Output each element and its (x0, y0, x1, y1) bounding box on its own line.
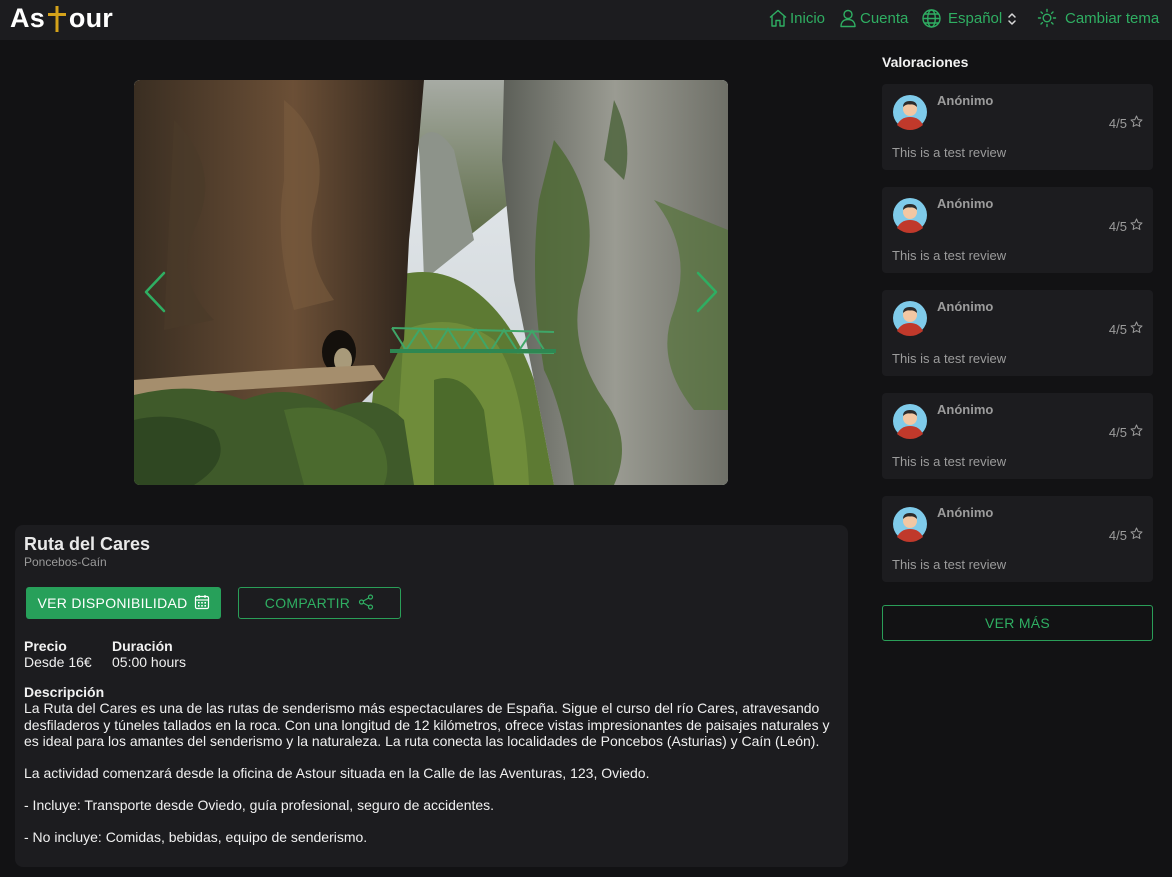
price-value: Desde 16€ (24, 654, 92, 670)
language-selector[interactable]: Español (921, 8, 1017, 29)
price-label: Precio (24, 638, 67, 654)
review-rating-value: 4/5 (1108, 115, 1127, 131)
logo-text-start: As (10, 3, 45, 33)
gorge-photo (134, 80, 728, 485)
chevron-right-icon[interactable] (694, 270, 720, 319)
nav-account-link[interactable]: Cuenta (838, 8, 908, 28)
duration-value: 05:00 hours (112, 654, 186, 670)
sun-icon (1037, 8, 1057, 28)
review-author: Anónimo (937, 402, 994, 417)
avatar (892, 94, 928, 130)
review-card: Anónimo 4/5 This is a test review (882, 84, 1153, 170)
tour-image-carousel[interactable] (134, 80, 728, 485)
description-paragraph: - Incluye: Transporte desde Oviedo, guía… (24, 797, 495, 813)
nav-account-label: Cuenta (860, 9, 909, 27)
cross-logo-icon (46, 4, 68, 34)
tour-title: Ruta del Cares (24, 534, 151, 554)
review-rating: 4/5 (1109, 218, 1143, 234)
globe-icon (921, 8, 942, 29)
tour-subtitle: Poncebos-Caín (24, 555, 107, 569)
calendar-icon (194, 594, 210, 613)
duration-label: Duración (112, 638, 173, 654)
share-button[interactable]: COMPARTIR (238, 587, 401, 619)
share-label: COMPARTIR (264, 595, 351, 611)
review-author: Anónimo (937, 196, 994, 211)
review-rating-value: 4/5 (1108, 218, 1127, 234)
star-icon (1127, 527, 1143, 543)
top-navigation-bar: As our Inicio Cuenta Español Cambiar tem… (0, 0, 1172, 40)
review-text: This is a test review (892, 557, 1007, 572)
description-paragraph: - No incluye: Comidas, bebidas, equipo d… (24, 829, 368, 845)
review-author: Anónimo (937, 93, 994, 108)
review-rating: 4/5 (1109, 321, 1143, 337)
review-rating: 4/5 (1109, 424, 1143, 440)
chevron-left-icon[interactable] (142, 270, 168, 319)
see-more-reviews-button[interactable]: VER MÁS (882, 605, 1153, 641)
review-rating: 4/5 (1109, 115, 1143, 131)
star-icon (1127, 321, 1143, 337)
review-author: Anónimo (937, 505, 994, 520)
tour-detail-card: Ruta del Cares Poncebos-Caín VER DISPONI… (15, 525, 848, 867)
review-rating-value: 4/5 (1108, 527, 1127, 543)
theme-toggle[interactable]: Cambiar tema (1037, 8, 1159, 28)
share-icon (358, 593, 374, 613)
review-card: Anónimo 4/5 This is a test review (882, 496, 1153, 582)
review-rating-value: 4/5 (1108, 424, 1127, 440)
avatar (892, 197, 928, 233)
user-icon (838, 8, 858, 28)
review-card: Anónimo 4/5 This is a test review (882, 187, 1153, 273)
star-icon (1127, 218, 1143, 234)
star-icon (1127, 424, 1143, 440)
theme-toggle-label: Cambiar tema (1065, 9, 1160, 27)
review-author: Anónimo (937, 299, 994, 314)
astour-logo[interactable]: As our (10, 3, 113, 34)
review-text: This is a test review (892, 454, 1007, 469)
check-availability-label: VER DISPONIBILIDAD (37, 595, 188, 611)
description-paragraph: La actividad comenzará desde la oficina … (24, 765, 650, 781)
tour-description: La Ruta del Cares es una de las rutas de… (24, 700, 834, 861)
star-icon (1127, 115, 1143, 131)
review-text: This is a test review (892, 351, 1007, 366)
avatar (892, 403, 928, 439)
chevron-updown-icon (1007, 12, 1017, 26)
review-card: Anónimo 4/5 This is a test review (882, 393, 1153, 479)
logo-text-end: our (68, 3, 114, 33)
check-availability-button[interactable]: VER DISPONIBILIDAD (26, 587, 221, 619)
review-card: Anónimo 4/5 This is a test review (882, 290, 1153, 376)
language-selected-value: Español (948, 10, 1003, 27)
home-icon (768, 8, 788, 28)
nav-home-link[interactable]: Inicio (768, 8, 825, 28)
description-label: Descripción (24, 684, 105, 700)
avatar (892, 506, 928, 542)
review-text: This is a test review (892, 145, 1007, 160)
avatar (892, 300, 928, 336)
review-text: This is a test review (892, 248, 1007, 263)
review-rating: 4/5 (1109, 527, 1143, 543)
review-rating-value: 4/5 (1108, 321, 1127, 337)
nav-home-label: Inicio (790, 9, 826, 27)
description-paragraph: La Ruta del Cares es una de las rutas de… (24, 700, 830, 749)
reviews-heading: Valoraciones (882, 54, 969, 70)
